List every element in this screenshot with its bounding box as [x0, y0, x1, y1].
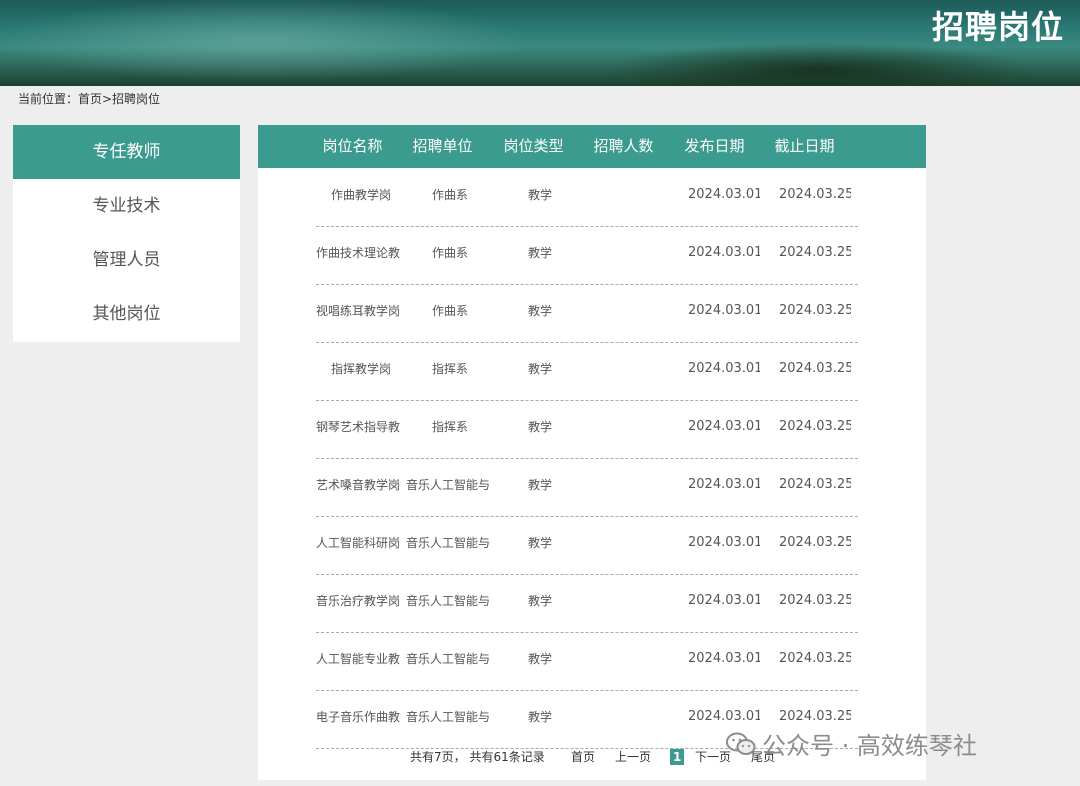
publish-date: 2024.03.01: [688, 651, 760, 666]
prev-page-link[interactable]: 上一页: [615, 747, 651, 767]
deadline-date: 2024.03.25: [779, 651, 851, 666]
position-name-link[interactable]: 作曲教学岗: [316, 168, 406, 226]
table-row[interactable]: 音乐治疗教学岗 音乐人工智能与 教学 2024.03.01 2024.03.25: [316, 574, 858, 633]
hiring-unit: 音乐人工智能与: [406, 594, 491, 608]
table-row[interactable]: 指挥教学岗 指挥系 教学 2024.03.01 2024.03.25: [316, 342, 858, 401]
table-row[interactable]: 人工智能专业教 音乐人工智能与 教学 2024.03.01 2024.03.25: [316, 632, 858, 691]
position-type: 教学: [528, 710, 553, 724]
header-banner: 招聘岗位: [0, 0, 1080, 86]
position-type: 教学: [528, 594, 553, 608]
publish-date: 2024.03.01: [688, 303, 760, 318]
table-header: 岗位名称 招聘单位 岗位类型 招聘人数 发布日期 截止日期: [258, 125, 926, 168]
publish-date: 2024.03.01: [688, 245, 760, 260]
position-type: 教学: [528, 420, 553, 434]
position-type: 教学: [528, 652, 553, 666]
first-page-link[interactable]: 首页: [571, 747, 595, 767]
banner-title: 招聘岗位: [931, 8, 1064, 46]
table-row[interactable]: 钢琴艺术指导教 指挥系 教学 2024.03.01 2024.03.25: [316, 400, 858, 459]
deadline-date: 2024.03.25: [779, 361, 851, 376]
hiring-unit: 音乐人工智能与: [406, 710, 491, 724]
table-row[interactable]: 视唱练耳教学岗 作曲系 教学 2024.03.01 2024.03.25: [316, 284, 858, 343]
wechat-icon: [726, 731, 756, 763]
current-page-number[interactable]: 1: [670, 749, 685, 765]
publish-date: 2024.03.01: [688, 361, 760, 376]
hiring-unit: 作曲系: [432, 188, 469, 202]
publish-date: 2024.03.01: [688, 535, 760, 550]
table-row[interactable]: 人工智能科研岗 音乐人工智能与 教学 2024.03.01 2024.03.25: [316, 516, 858, 575]
pagination-summary: 共有7页， 共有61条记录: [410, 750, 545, 764]
table-row[interactable]: 艺术嗓音教学岗 音乐人工智能与 教学 2024.03.01 2024.03.25: [316, 458, 858, 517]
sidebar-item-full-time-teacher[interactable]: 专任教师: [13, 125, 240, 179]
hiring-unit: 指挥系: [432, 362, 469, 376]
job-list-panel: 岗位名称 招聘单位 岗位类型 招聘人数 发布日期 截止日期 作曲教学岗 作曲系 …: [258, 125, 926, 780]
position-type: 教学: [528, 536, 553, 550]
position-name-link[interactable]: 作曲技术理论教: [316, 226, 406, 284]
position-name-link[interactable]: 指挥教学岗: [316, 342, 406, 400]
watermark-text: 公众号 · 高效练琴社: [762, 732, 977, 760]
sidebar-item-professional-technical[interactable]: 专业技术: [13, 179, 240, 233]
publish-date: 2024.03.01: [688, 477, 760, 492]
column-header-headcount: 招聘人数: [593, 137, 654, 155]
breadcrumb-text: 当前位置：首页>招聘岗位: [18, 92, 161, 106]
position-name-link[interactable]: 艺术嗓音教学岗: [316, 458, 406, 516]
position-name-link[interactable]: 视唱练耳教学岗: [316, 284, 406, 342]
column-header-hiring-unit: 招聘单位: [412, 137, 473, 155]
position-type: 教学: [528, 304, 553, 318]
sidebar-item-other-positions[interactable]: 其他岗位: [13, 287, 240, 341]
hiring-unit: 音乐人工智能与: [406, 536, 491, 550]
hiring-unit: 作曲系: [432, 246, 469, 260]
position-name-link[interactable]: 人工智能科研岗: [316, 516, 406, 574]
watermark: 公众号 · 高效练琴社: [726, 726, 977, 763]
hiring-unit: 音乐人工智能与: [406, 652, 491, 666]
breadcrumb: 当前位置：首页>招聘岗位: [18, 90, 160, 107]
publish-date: 2024.03.01: [688, 593, 760, 608]
publish-date: 2024.03.01: [688, 187, 760, 202]
column-header-deadline: 截止日期: [774, 137, 835, 155]
deadline-date: 2024.03.25: [779, 535, 851, 550]
deadline-date: 2024.03.25: [779, 303, 851, 318]
hiring-unit: 作曲系: [432, 304, 469, 318]
deadline-date: 2024.03.25: [779, 477, 851, 492]
column-header-position-type: 岗位类型: [503, 137, 564, 155]
deadline-date: 2024.03.25: [779, 419, 851, 434]
sidebar-item-management[interactable]: 管理人员: [13, 233, 240, 287]
publish-date: 2024.03.01: [688, 419, 760, 434]
hiring-unit: 指挥系: [432, 420, 469, 434]
position-type: 教学: [528, 188, 553, 202]
position-type: 教学: [528, 478, 553, 492]
position-name-link[interactable]: 电子音乐作曲教: [316, 690, 406, 748]
deadline-date: 2024.03.25: [779, 245, 851, 260]
sidebar: 专任教师 专业技术 管理人员 其他岗位: [13, 125, 240, 342]
position-type: 教学: [528, 362, 553, 376]
column-header-position-name: 岗位名称: [322, 137, 383, 155]
position-type: 教学: [528, 246, 553, 260]
deadline-date: 2024.03.25: [779, 187, 851, 202]
deadline-date: 2024.03.25: [779, 593, 851, 608]
position-name-link[interactable]: 人工智能专业教: [316, 632, 406, 690]
column-header-publish-date: 发布日期: [684, 137, 745, 155]
table-row[interactable]: 作曲技术理论教 作曲系 教学 2024.03.01 2024.03.25: [316, 226, 858, 285]
position-name-link[interactable]: 音乐治疗教学岗: [316, 574, 406, 632]
position-name-link[interactable]: 钢琴艺术指导教: [316, 400, 406, 458]
hiring-unit: 音乐人工智能与: [406, 478, 491, 492]
table-row[interactable]: 作曲教学岗 作曲系 教学 2024.03.01 2024.03.25: [316, 168, 858, 227]
